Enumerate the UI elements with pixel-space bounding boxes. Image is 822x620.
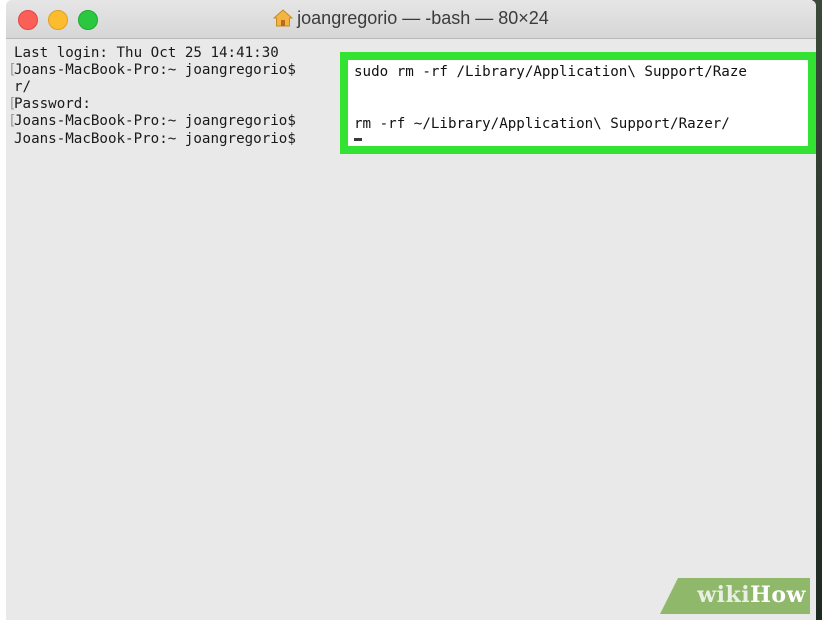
terminal-line: Joans-MacBook-Pro:~ joangregorio$ bbox=[14, 113, 296, 129]
terminal-line: Last login: Thu Oct 25 14:41:30 bbox=[14, 45, 279, 61]
terminal-line: Joans-MacBook-Pro:~ joangregorio$ bbox=[14, 62, 296, 78]
terminal-line: Joans-MacBook-Pro:~ joangregorio$ bbox=[14, 131, 296, 147]
watermark-how: How bbox=[750, 582, 806, 608]
wikihow-watermark: wikiHow bbox=[660, 578, 810, 614]
highlighted-command-2: rm -rf ~/Library/Application\ Support/Ra… bbox=[354, 116, 730, 132]
window-title: joangregorio — -bash — 80×24 bbox=[6, 8, 816, 32]
highlight-box: sudo rm -rf /Library/Application\ Suppor… bbox=[340, 52, 816, 154]
text-cursor bbox=[354, 138, 362, 141]
window-title-text: joangregorio — -bash — 80×24 bbox=[297, 8, 549, 28]
home-icon bbox=[272, 9, 294, 32]
terminal-line: r/ bbox=[14, 79, 32, 95]
highlighted-command-1: sudo rm -rf /Library/Application\ Suppor… bbox=[354, 64, 747, 80]
title-bar[interactable]: joangregorio — -bash — 80×24 bbox=[6, 0, 816, 39]
terminal-line: Password: bbox=[14, 96, 91, 112]
watermark-wiki: wiki bbox=[697, 582, 751, 608]
